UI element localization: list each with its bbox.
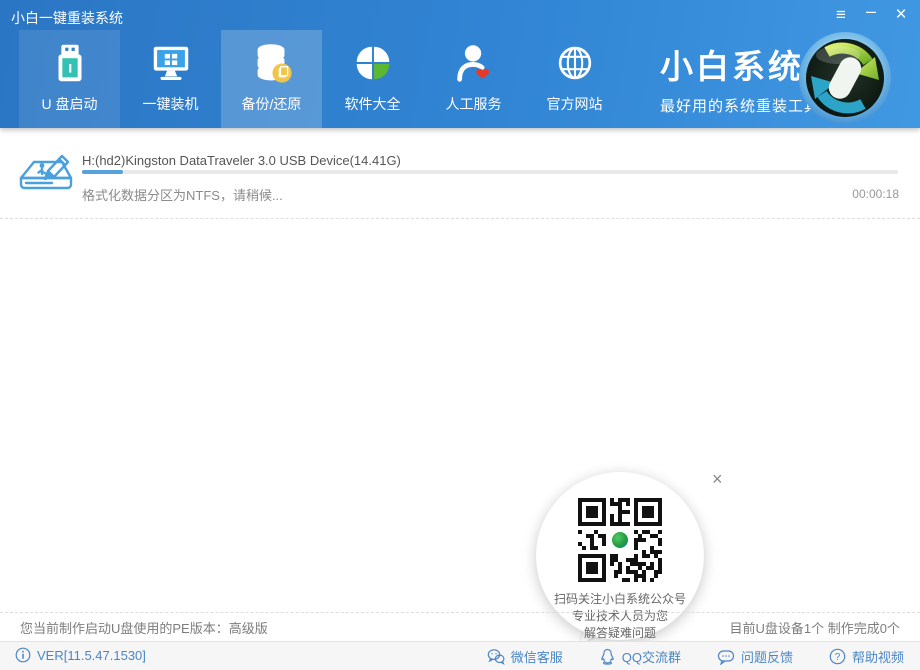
wechat-support-link[interactable]: 微信客服	[487, 647, 563, 666]
brand: 小白系统 最好用的系统重装工具	[660, 40, 820, 116]
pe-version-status: 您当前制作启动U盘使用的PE版本：高级版	[20, 618, 268, 637]
qr-popup: 扫码关注小白系统公众号 专业技术人员为您 解答疑难问题 ×	[528, 460, 738, 660]
qr-caption-line1: 扫码关注小白系统公众号	[536, 590, 704, 607]
task-elapsed-time: 00:00:18	[852, 187, 899, 201]
status-divider	[0, 612, 920, 613]
close-icon[interactable]: ×	[886, 2, 916, 28]
feedback-link[interactable]: 问题反馈	[717, 647, 793, 666]
qr-bubble: 扫码关注小白系统公众号 专业技术人员为您 解答疑难问题	[536, 472, 704, 640]
tab-backup-restore[interactable]: 备份/还原	[221, 30, 322, 128]
qr-finder	[578, 554, 606, 582]
brand-name: 小白系统	[660, 40, 820, 88]
footer: VER[11.5.47.1530] 微信客服	[0, 641, 920, 670]
tab-label: 人工服务	[446, 94, 502, 114]
tab-label: 备份/还原	[242, 94, 302, 114]
qq-group-link[interactable]: QQ交流群	[599, 647, 681, 666]
svg-text:?: ?	[835, 652, 841, 663]
version-info: VER[11.5.47.1530]	[15, 647, 146, 663]
monitor-windows-icon	[146, 38, 196, 88]
minimize-icon[interactable]: –	[856, 2, 886, 28]
tab-label: 官方网站	[547, 94, 603, 114]
tab-official-site[interactable]: 官方网站	[524, 30, 625, 128]
tab-usb-boot[interactable]: U 盘启动	[19, 30, 120, 128]
globe-icon	[550, 38, 600, 88]
info-icon	[15, 647, 31, 663]
footer-links: 微信客服 QQ交流群 问题反馈	[487, 647, 904, 666]
progress-fill	[82, 170, 123, 174]
progress-bar	[82, 170, 898, 174]
section-divider	[0, 218, 920, 219]
footer-link-label: QQ交流群	[622, 647, 681, 666]
window-controls: ≡ – ×	[826, 2, 916, 28]
app-window: 小白一键重装系统 ≡ – × U 盘启动	[0, 0, 920, 670]
window-title: 小白一键重装系统	[11, 8, 123, 28]
task-device-title: H:(hd2)Kingston DataTraveler 3.0 USB Dev…	[82, 153, 401, 168]
brand-logo-icon	[798, 31, 892, 125]
feedback-bubble-icon	[717, 649, 735, 665]
disk-stack-icon	[247, 38, 297, 88]
nav-tabs: U 盘启动 一键装机	[19, 30, 625, 128]
qr-caption-line3: 解答疑难问题	[536, 624, 704, 641]
usb-device-count: 目前U盘设备1个 制作完成0个	[730, 618, 900, 637]
footer-link-label: 微信客服	[511, 647, 563, 666]
usb-write-icon	[15, 141, 79, 210]
qr-finder	[634, 498, 662, 526]
qr-close-icon[interactable]: ×	[712, 470, 723, 488]
tab-label: 软件大全	[345, 94, 401, 114]
header: 小白一键重装系统 ≡ – × U 盘启动	[0, 0, 920, 128]
wechat-icon	[487, 648, 505, 665]
qr-code	[578, 498, 662, 582]
tab-one-click-install[interactable]: 一键装机	[120, 30, 221, 128]
usb-drive-icon	[45, 38, 95, 88]
qr-caption-line2: 专业技术人员为您	[536, 607, 704, 624]
brand-tagline: 最好用的系统重装工具	[660, 95, 820, 116]
qr-finder	[578, 498, 606, 526]
help-video-link[interactable]: ? 帮助视频	[829, 647, 904, 666]
tab-software[interactable]: 软件大全	[322, 30, 423, 128]
tab-label: U 盘启动	[42, 94, 98, 114]
person-heart-icon	[449, 38, 499, 88]
footer-link-label: 帮助视频	[852, 647, 904, 666]
clover-icon	[348, 38, 398, 88]
tab-label: 一键装机	[143, 94, 199, 114]
tab-support[interactable]: 人工服务	[423, 30, 524, 128]
help-circle-icon: ?	[829, 648, 846, 665]
task-status-text: 格式化数据分区为NTFS，请稍候...	[82, 185, 283, 204]
footer-link-label: 问题反馈	[741, 647, 793, 666]
qq-icon	[599, 648, 616, 665]
version-text: VER[11.5.47.1530]	[37, 648, 146, 663]
qr-center-logo-icon	[610, 530, 630, 550]
menu-icon[interactable]: ≡	[826, 2, 856, 28]
